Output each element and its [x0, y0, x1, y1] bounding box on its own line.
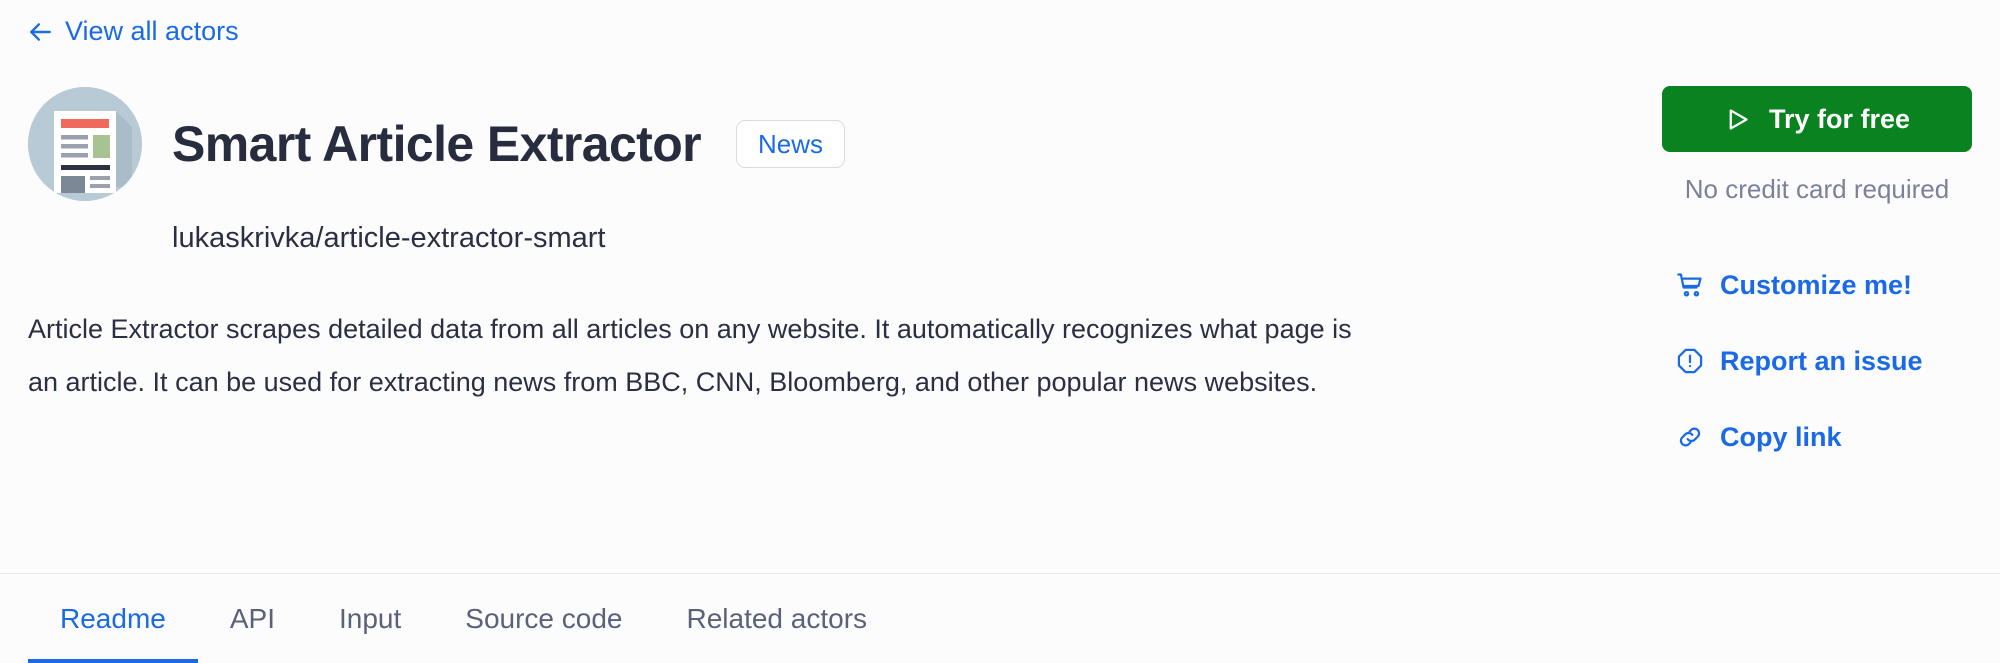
try-for-free-label: Try for free [1768, 103, 1911, 134]
no-credit-card-note: No credit card required [1684, 174, 1950, 204]
actor-avatar [28, 87, 142, 201]
copy-link-link[interactable]: Copy link [1676, 399, 1842, 475]
shopping-cart-icon [1677, 273, 1702, 297]
copy-link-label: Copy link [1720, 421, 1842, 452]
actor-header-section: Smart Article Extractor News lukaskrivka… [0, 86, 2000, 573]
actor-actions-column: Try for free No credit card required Cus… [1662, 86, 1972, 475]
actor-description: Article Extractor scrapes detailed data … [28, 314, 1352, 397]
view-all-actors-label: View all actors [65, 16, 239, 46]
actor-info-column: Smart Article Extractor News lukaskrivka… [28, 86, 1428, 409]
tab-input[interactable]: Input [307, 574, 433, 663]
report-an-issue-label: Report an issue [1720, 345, 1923, 376]
tab-source-code[interactable]: Source code [433, 574, 654, 663]
tab-related-actors[interactable]: Related actors [654, 574, 899, 663]
alert-octagon-icon [1677, 348, 1703, 374]
customize-me-label: Customize me! [1720, 269, 1913, 300]
play-icon [1729, 108, 1748, 130]
link-chain-icon [1679, 427, 1701, 447]
actor-slug: lukaskrivka/article-extractor-smart [172, 222, 606, 254]
view-all-actors-link[interactable]: View all actors [28, 16, 239, 47]
actor-detail-page: View all actors Smart Article Extractor … [0, 0, 2000, 663]
category-badge[interactable]: News [736, 120, 846, 168]
try-for-free-button[interactable]: Try for free [1662, 86, 1972, 152]
tab-api[interactable]: API [198, 574, 307, 663]
customize-me-link[interactable]: Customize me! [1676, 247, 1912, 323]
arrow-left-icon [30, 22, 51, 41]
newspaper-article-icon [28, 87, 142, 201]
actor-title-row: Smart Article Extractor News [28, 86, 1428, 202]
page-title: Smart Article Extractor [172, 116, 702, 172]
tab-readme[interactable]: Readme [28, 574, 198, 663]
report-an-issue-link[interactable]: Report an issue [1676, 323, 1923, 399]
title-and-badge: Smart Article Extractor News [172, 116, 846, 172]
tab-bar: Readme API Input Source code Related act… [28, 574, 899, 663]
secondary-actions: Customize me! Report an issue Copy link [1662, 247, 1972, 475]
